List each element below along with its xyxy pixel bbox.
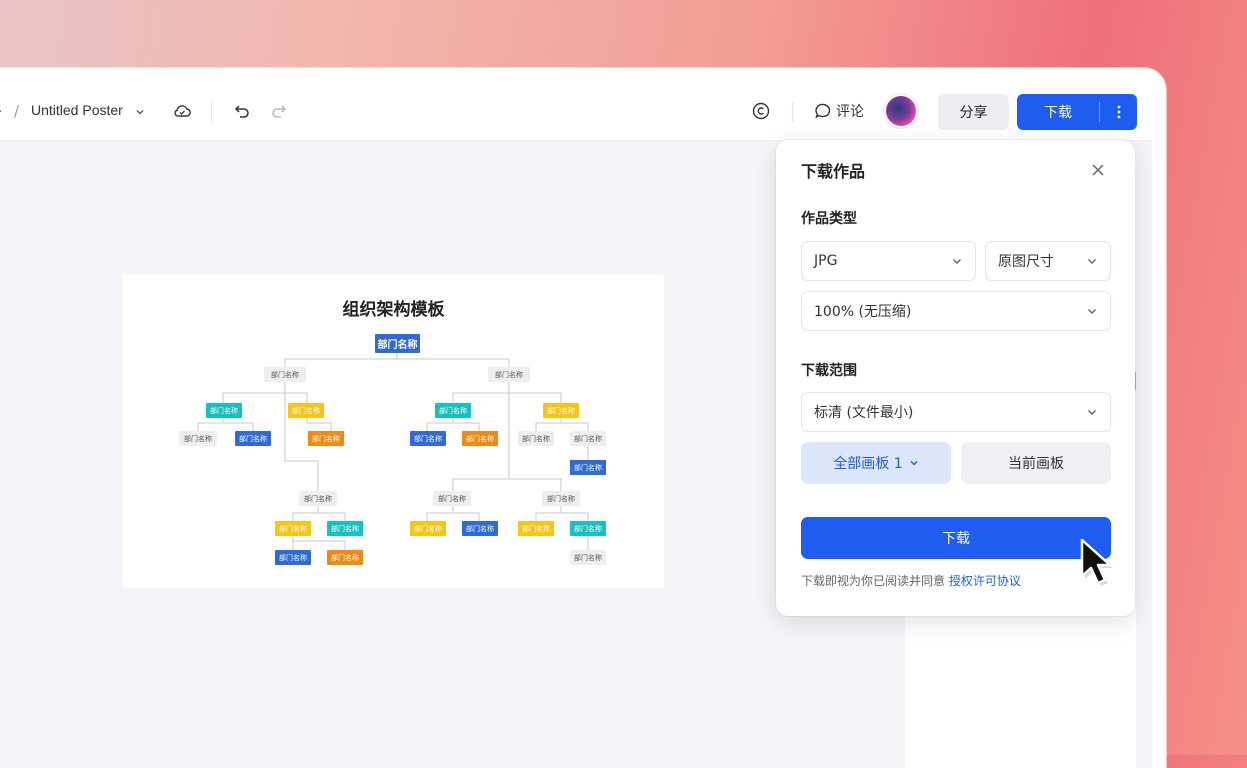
copyright-icon[interactable] — [750, 100, 772, 122]
org-node[interactable]: 部门名称 — [570, 521, 606, 536]
size-value: 原图尺寸 — [998, 254, 1054, 270]
comment-button[interactable]: 评论 — [814, 100, 864, 122]
org-node[interactable]: 部门名称 — [433, 491, 471, 506]
current-board-button[interactable]: 当前画板 — [961, 442, 1111, 484]
license-note-text: 下载即视为你已阅读并同意 — [801, 574, 949, 588]
close-icon[interactable] — [1088, 160, 1108, 180]
format-select[interactable]: JPG — [801, 241, 976, 281]
chevron-down-icon — [910, 461, 918, 466]
org-node[interactable]: 部门名称 — [327, 521, 363, 536]
comment-label: 评论 — [836, 104, 864, 120]
resolution-value: 标清 (文件最小) — [814, 405, 914, 421]
breadcrumb-prefix[interactable]: . — [0, 100, 2, 116]
chevron-down-icon — [1088, 259, 1096, 264]
chevron-down-icon — [953, 259, 961, 264]
undo-icon[interactable] — [231, 100, 253, 122]
org-node[interactable]: 部门名称 — [488, 367, 530, 382]
dialog-download-button[interactable]: 下载 — [801, 517, 1111, 559]
org-node[interactable]: 部门名称 — [570, 431, 606, 446]
org-node[interactable]: 部门名称 — [542, 491, 580, 506]
chevron-down-icon — [1088, 410, 1096, 415]
range-section-label: 下载范围 — [801, 363, 857, 379]
more-options-icon[interactable] — [1100, 94, 1137, 130]
redo-icon[interactable] — [268, 100, 290, 122]
org-node[interactable]: 部门名称 — [518, 521, 554, 536]
org-node[interactable]: 部门名称 — [410, 521, 446, 536]
size-select[interactable]: 原图尺寸 — [985, 241, 1111, 281]
org-node[interactable]: 部门名称 — [275, 521, 311, 536]
org-node[interactable]: 部门名称 — [543, 403, 579, 418]
type-section-label: 作品类型 — [801, 211, 857, 227]
dialog-title: 下载作品 — [801, 162, 866, 181]
org-node[interactable]: 部门名称 — [288, 403, 324, 418]
org-node[interactable]: 部门名称 — [410, 431, 446, 446]
poster-canvas[interactable]: 组织架构模板 部门名称 部门名称 部门名称 部门名称 部门名称 部门名称 部门名… — [123, 275, 664, 588]
org-node[interactable]: 部门名称 — [206, 403, 242, 418]
download-button[interactable]: 下载 — [1017, 94, 1099, 130]
org-node-root[interactable]: 部门名称 — [375, 334, 420, 353]
org-node[interactable]: 部门名称 — [235, 431, 271, 446]
license-note: 下载即视为你已阅读并同意 授权许可协议 — [801, 572, 1021, 589]
resolution-select[interactable]: 标清 (文件最小) — [801, 392, 1111, 432]
comment-icon — [815, 103, 831, 119]
org-node[interactable]: 部门名称 — [462, 431, 498, 446]
top-toolbar: . / Untitled Poster 评论 — [0, 84, 1152, 141]
all-boards-button[interactable]: 全部画板 1 — [801, 442, 951, 484]
org-node[interactable]: 部门名称 — [264, 367, 306, 382]
org-node[interactable]: 部门名称 — [275, 550, 311, 565]
avatar[interactable] — [886, 96, 916, 126]
breadcrumb-separator: / — [14, 102, 20, 120]
cloud-sync-icon[interactable] — [170, 99, 194, 123]
org-node[interactable]: 部门名称 — [435, 403, 471, 418]
document-title[interactable]: Untitled Poster — [31, 102, 123, 118]
mouse-pointer-icon — [1080, 538, 1113, 586]
org-node[interactable]: 部门名称 — [308, 431, 344, 446]
quality-select[interactable]: 100% (无压缩) — [801, 291, 1111, 331]
toolbar-divider — [792, 102, 793, 122]
format-value: JPG — [814, 253, 838, 269]
toolbar-divider — [211, 102, 212, 122]
quality-value: 100% (无压缩) — [814, 304, 912, 320]
all-boards-label: 全部画板 1 — [833, 456, 903, 472]
chevron-down-icon[interactable] — [133, 102, 147, 122]
chevron-down-icon — [1088, 309, 1096, 314]
org-node[interactable]: 部门名称 — [299, 491, 337, 506]
org-node[interactable]: 部门名称 — [518, 431, 554, 446]
org-node[interactable]: 部门名称 — [570, 550, 606, 565]
org-node[interactable]: 部门名称 — [327, 550, 363, 565]
license-link[interactable]: 授权许可协议 — [949, 574, 1021, 588]
share-button[interactable]: 分享 — [938, 94, 1009, 130]
org-node[interactable]: 部门名称 — [462, 521, 498, 536]
org-node[interactable]: 部门名称 — [570, 460, 606, 475]
org-node[interactable]: 部门名称 — [179, 431, 217, 446]
download-split-button: 下载 — [1017, 94, 1137, 130]
